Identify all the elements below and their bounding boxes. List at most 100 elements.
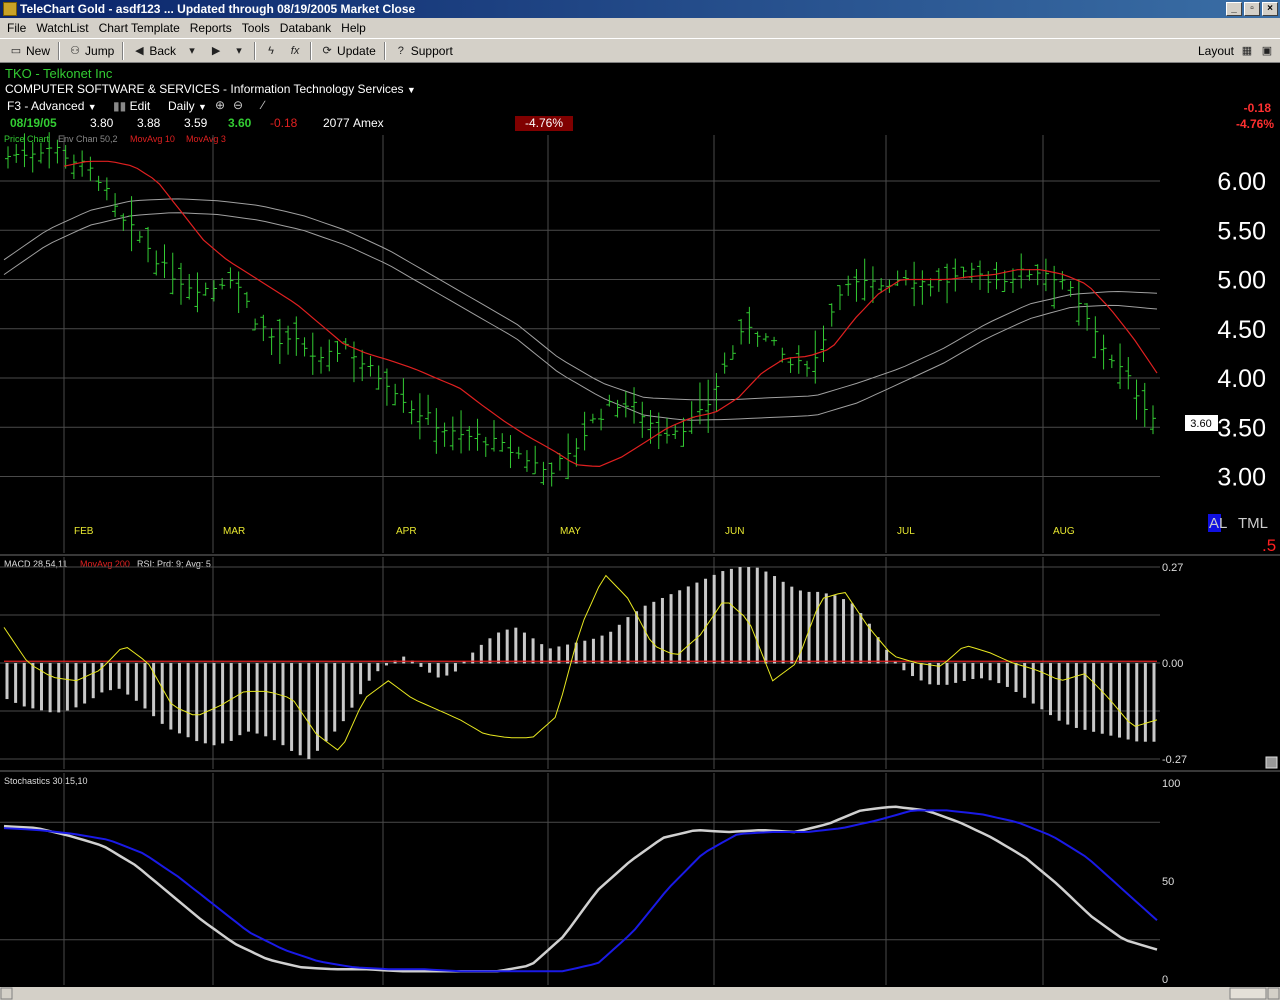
macd-histogram-bar: [902, 663, 906, 671]
menu-chart-template[interactable]: Chart Template: [94, 21, 185, 35]
month-label: MAY: [560, 526, 581, 537]
dropdown-arrow-icon[interactable]: ▾: [185, 44, 199, 58]
macd-histogram-bar: [290, 663, 294, 751]
macd-histogram-bar: [1143, 663, 1147, 742]
scroll-right-button[interactable]: [1267, 987, 1280, 1000]
menu-help[interactable]: Help: [336, 21, 371, 35]
horizontal-scrollbar[interactable]: [0, 987, 1280, 1000]
price-envelope: [3, 198, 1158, 421]
macd-histogram-bar: [617, 624, 621, 664]
scroll-left-button[interactable]: [0, 987, 13, 1000]
macd-histogram-bar: [445, 663, 449, 676]
macd-histogram-bar: [1152, 663, 1156, 742]
macd-histogram-bar: [195, 663, 199, 742]
macd-grid: [0, 557, 1160, 769]
layout-grid-icon[interactable]: ▦: [1240, 44, 1254, 58]
pcf-button[interactable]: ϟ: [259, 41, 283, 61]
chart-svg[interactable]: Price Chart Env Chan 50,2 MovAvg 10 MovA…: [0, 63, 1280, 1000]
month-label: JUN: [725, 526, 744, 537]
macd-histogram-bar: [160, 663, 164, 724]
menu-reports[interactable]: Reports: [185, 21, 237, 35]
macd-histogram-bar: [686, 586, 690, 664]
macd-histogram-bar: [971, 663, 975, 680]
chart-area: TKO - Telkonet Inc COMPUTER SOFTWARE & S…: [0, 63, 1280, 1000]
menu-file[interactable]: File: [2, 21, 31, 35]
toolbar-separator: [122, 41, 125, 60]
back-button[interactable]: ◀ Back ▾: [127, 41, 204, 61]
five-label: .5: [1262, 536, 1276, 555]
dropdown-arrow-icon[interactable]: ▾: [232, 44, 246, 58]
question-icon: ?: [397, 44, 404, 57]
macd-histogram-bar: [134, 663, 138, 701]
envelope-upper-line: [3, 198, 1158, 401]
macd-histogram-bar: [833, 595, 837, 664]
maximize-button[interactable]: ▫: [1244, 2, 1260, 16]
macd-histogram-bar: [108, 663, 112, 691]
macd-histogram-bar: [428, 663, 432, 673]
macd-histogram-bar: [738, 567, 742, 664]
legend-movavg-10: MovAvg 10: [130, 134, 175, 144]
close-button[interactable]: ×: [1262, 2, 1278, 16]
formula-button[interactable]: fx: [283, 41, 307, 61]
macd-histogram-bar: [600, 635, 604, 664]
menu-tools[interactable]: Tools: [237, 21, 275, 35]
binoculars-icon: ⚇: [70, 44, 80, 57]
macd-histogram-bar: [643, 605, 647, 664]
menu-bar: File WatchList Chart Template Reports To…: [0, 18, 1280, 38]
jump-button[interactable]: ⚇ Jump: [63, 41, 119, 61]
macd-histogram-bar: [1092, 663, 1096, 732]
update-icon: ⟳: [322, 44, 332, 57]
macd-histogram-bar: [1135, 663, 1139, 742]
legend-price-chart: Price Chart: [4, 134, 50, 144]
minimize-button[interactable]: _: [1226, 2, 1242, 16]
macd-histogram-bar: [911, 663, 915, 677]
macd-histogram-bar: [186, 663, 190, 738]
macd-histogram-bar: [22, 663, 26, 707]
toolbar-separator: [383, 41, 386, 60]
macd-histogram-bar: [203, 663, 207, 744]
month-labels: FEB MAR APR MAY JUN JUL AUG: [74, 526, 1075, 537]
macd-histogram-bar: [229, 663, 233, 741]
macd-histogram-bar: [212, 663, 216, 746]
menu-databank[interactable]: Databank: [275, 21, 336, 35]
macd-histogram-bar: [816, 591, 820, 664]
macd-histogram-bar: [315, 663, 319, 751]
price-y-axis: 6.00 5.50 5.00 4.50 4.00 3.50 3.00: [1217, 168, 1266, 492]
macd-histogram-bar: [514, 627, 518, 664]
macd-histogram-bar: [143, 663, 147, 709]
macd-histogram-bar: [962, 663, 966, 681]
macd-histogram-bar: [14, 663, 18, 703]
macd-histogram-bar: [635, 611, 639, 664]
macd-histogram-bar: [91, 663, 95, 699]
macd-histogram-bar: [74, 663, 78, 708]
macd-histogram-bar: [402, 656, 406, 664]
macd-histogram-bar: [1126, 663, 1130, 740]
macd-histogram-bar: [997, 663, 1001, 684]
macd-histogram-bar: [497, 632, 501, 664]
macd-histogram-bar: [65, 663, 69, 711]
support-button[interactable]: ? Support: [389, 41, 458, 61]
layout-window-icon[interactable]: ▣: [1260, 44, 1274, 58]
macd-histogram-bar: [272, 663, 276, 741]
window-title: TeleChart Gold - asdf123 ... Updated thr…: [20, 2, 416, 16]
new-button[interactable]: ▭ New: [4, 41, 55, 61]
update-button[interactable]: ⟳ Update: [315, 41, 381, 61]
macd-histogram-bar: [522, 632, 526, 664]
macd-histogram-bar: [842, 599, 846, 664]
layout-label: Layout: [1197, 43, 1234, 58]
scrollbar-thumb[interactable]: [1229, 987, 1267, 1000]
stoch-lines: [3, 805, 1158, 973]
macd-histogram-bar: [1023, 663, 1027, 698]
panel-resize-handle[interactable]: [1265, 756, 1278, 769]
macd-histogram-bar: [177, 663, 181, 734]
fx-icon: fx: [290, 44, 300, 57]
macd-histogram-bar: [790, 586, 794, 664]
legend-stochastics: Stochastics 30,15,10: [4, 776, 88, 786]
macd-histogram-bar: [954, 663, 958, 683]
forward-button[interactable]: ▶ ▾: [204, 41, 251, 61]
macd-histogram-bar: [324, 663, 328, 742]
menu-watchlist[interactable]: WatchList: [31, 21, 93, 35]
stoch-tick-label: 100: [1162, 778, 1180, 790]
macd-histogram-bar: [945, 663, 949, 685]
macd-histogram-bar: [238, 663, 242, 736]
